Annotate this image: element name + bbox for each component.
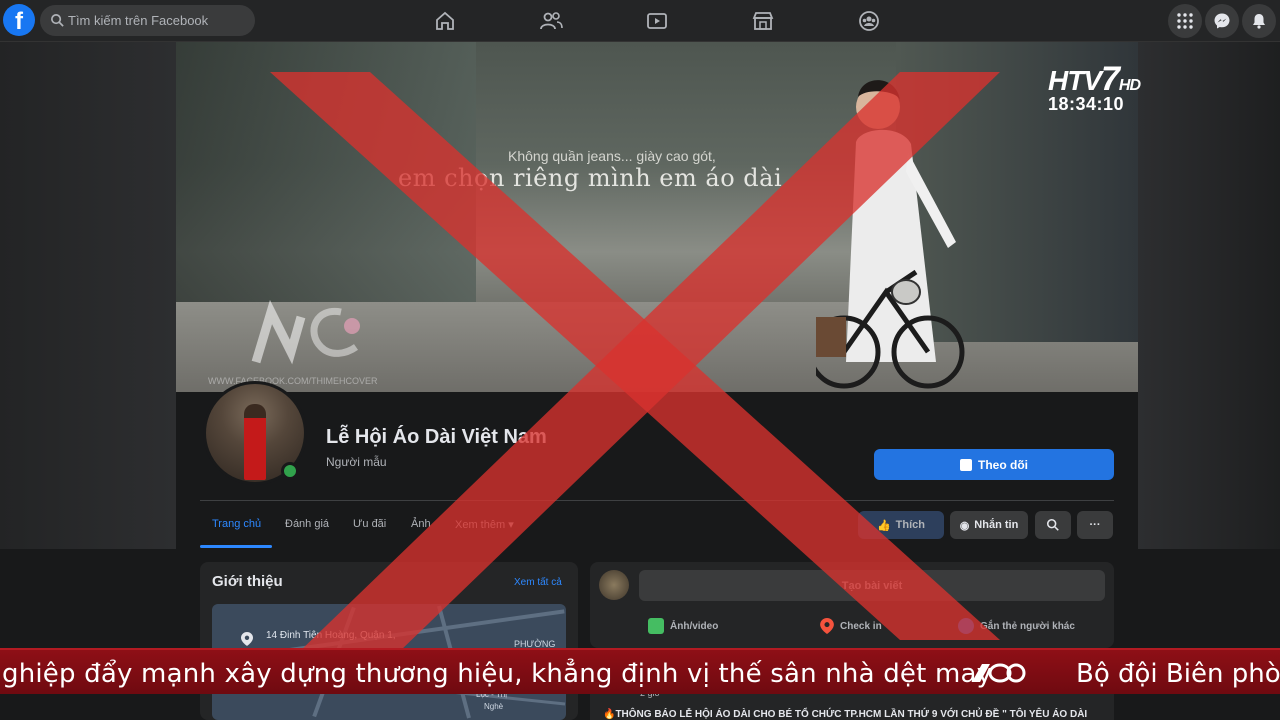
photo-video-label: Ảnh/video: [670, 620, 719, 632]
ticker-headline: ghiệp đẩy mạnh xây dựng thương hiệu, khẳ…: [2, 659, 993, 689]
like-button[interactable]: 👍 Thích: [858, 511, 944, 539]
marketplace-icon[interactable]: [748, 6, 778, 36]
friends-icon[interactable]: [536, 6, 566, 36]
feed-post-text: 🔥THÔNG BÁO LỄ HỘI ÁO DÀI CHO BÉ TỔ CHỨC …: [603, 709, 1088, 720]
search-box[interactable]: [40, 5, 255, 36]
htv-logo-text: HTV: [1048, 65, 1102, 96]
broadcast-clock: 18:34:10: [1048, 94, 1125, 114]
photo-icon: [648, 618, 664, 634]
channel-badge: HTV7HD 18:34:10: [1048, 60, 1198, 118]
news-ticker: ghiệp đẩy mạnh xây dựng thương hiệu, khẳ…: [0, 648, 1280, 694]
follow-icon: [960, 458, 972, 471]
menu-grid-icon[interactable]: [1168, 4, 1202, 38]
chevron-down-icon: ▾: [508, 519, 514, 531]
tab-more[interactable]: Xem thêm ▾: [455, 518, 514, 531]
search-icon: [51, 14, 64, 27]
checkin-label: Check in: [840, 620, 882, 632]
page-address: 14 Đinh Tiên Hoàng, Quận 1,: [266, 630, 396, 641]
watch-icon[interactable]: [642, 6, 672, 36]
more-options-button[interactable]: ···: [1077, 511, 1113, 539]
page-search-button[interactable]: [1035, 511, 1071, 539]
groups-icon[interactable]: [854, 6, 884, 36]
header-divider: [200, 500, 1114, 501]
cover-photo[interactable]: Không quần jeans... giày cao gót, em chọ…: [176, 42, 1138, 392]
home-icon[interactable]: [430, 6, 460, 36]
follow-button[interactable]: Theo dõi: [874, 449, 1114, 480]
see-all-link[interactable]: Xem tất cả: [514, 577, 562, 588]
intro-title: Giới thiệu: [212, 573, 283, 590]
more-icon: ···: [1089, 519, 1101, 531]
composer-avatar: [599, 570, 629, 600]
message-button-label: Nhắn tin: [974, 519, 1019, 531]
search-icon: [1046, 518, 1059, 531]
online-status-dot: [281, 462, 299, 480]
messenger-small-icon: ◉: [959, 519, 970, 532]
avatar-figure: [244, 404, 266, 480]
checkin-button[interactable]: Check in: [820, 618, 882, 634]
tag-people-icon: [958, 618, 974, 634]
page-category: Người mẫu: [326, 455, 387, 469]
map-label-nghe: Nghè: [484, 702, 504, 711]
ticker-next-headline: Bộ đội Biên phòn: [1076, 659, 1280, 689]
facebook-logo[interactable]: f: [3, 4, 35, 36]
location-pin-icon: [241, 632, 253, 646]
active-tab-indicator: [200, 545, 272, 548]
tab-photos[interactable]: Ảnh: [411, 518, 431, 530]
htv-logo-hd: HD: [1118, 77, 1141, 94]
cover-watermark-logo: [251, 299, 360, 365]
follow-button-label: Theo dõi: [978, 457, 1028, 472]
page-title: Lễ Hội Áo Dài Việt Nam: [326, 426, 547, 448]
htv-logo-seven: 7: [1101, 60, 1120, 98]
htv-ticker-logo-icon: [972, 663, 1026, 683]
thumbs-up-icon: 👍: [876, 519, 891, 532]
tab-more-label: Xem thêm: [455, 519, 506, 531]
photo-video-button[interactable]: Ảnh/video: [648, 618, 718, 634]
messenger-icon[interactable]: [1205, 4, 1239, 38]
search-input[interactable]: [68, 5, 248, 36]
top-navigation-bar: f: [0, 0, 1280, 42]
like-button-label: Thích: [895, 519, 926, 531]
checkin-pin-icon: [820, 618, 834, 634]
message-button[interactable]: ◉ Nhắn tin: [950, 511, 1028, 539]
tab-reviews[interactable]: Đánh giá: [285, 518, 329, 530]
screenshot-stage: f Tìm kiếm trên Facebook Không quần jean…: [0, 0, 1280, 720]
cover-woman-bicycle-illustration: [816, 80, 965, 389]
tab-offers[interactable]: Ưu đãi: [353, 518, 386, 530]
tag-people-button[interactable]: Gắn thẻ người khác: [958, 618, 1075, 634]
tag-people-label: Gắn thẻ người khác: [980, 620, 1075, 632]
cover-quote-line-2: em chọn riêng mình em áo dài: [398, 164, 783, 192]
tab-home[interactable]: Trang chủ: [212, 518, 261, 530]
notifications-icon[interactable]: [1242, 4, 1276, 38]
create-post-input[interactable]: Tạo bài viết: [639, 570, 1105, 601]
cover-quote-line-1: Không quần jeans... giày cao gót,: [508, 148, 716, 164]
